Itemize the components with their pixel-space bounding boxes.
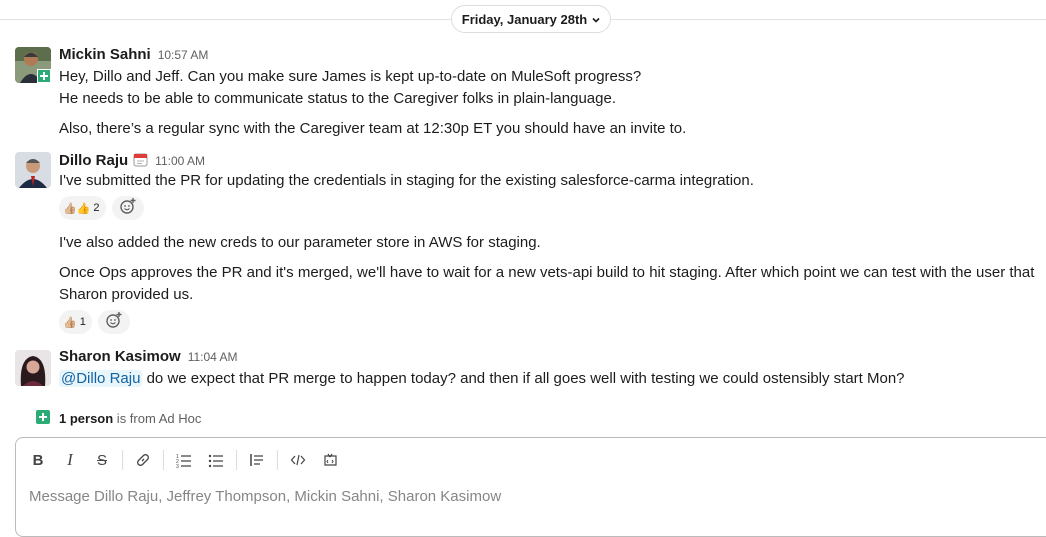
timestamp[interactable]: 11:04 AM [188, 350, 238, 364]
reaction-count: 1 [79, 316, 86, 328]
message-text: Hey, Dillo and Jeff. Can you make sure J… [59, 68, 642, 85]
message-text: Sharon provided us. [59, 286, 194, 303]
external-members-note: 1 person is from Ad Hoc [36, 410, 201, 427]
avatar-mickin-sahni[interactable] [15, 47, 51, 83]
link-icon[interactable] [131, 448, 155, 472]
message-text: Also, there’s a regular sync with the Ca… [59, 120, 687, 137]
add-emoji-icon [119, 197, 137, 220]
date-divider-button[interactable]: Friday, January 28th [451, 5, 611, 33]
toolbar-divider [163, 450, 164, 470]
message-body: do we expect that PR merge to happen tod… [142, 370, 905, 387]
external-text: is from Ad Hoc [113, 411, 202, 426]
code-block-icon[interactable] [318, 448, 342, 472]
code-icon[interactable] [286, 448, 310, 472]
message-text: I've also added the new creds to our par… [59, 234, 541, 251]
composer-placeholder[interactable]: Message Dillo Raju, Jeffrey Thompson, Mi… [29, 488, 501, 505]
message-text: He needs to be able to communicate statu… [59, 90, 616, 107]
blockquote-icon[interactable] [245, 448, 269, 472]
message-text: Once Ops approves the PR and it's merged… [59, 264, 1035, 281]
add-emoji-icon [105, 311, 123, 334]
toolbar-divider [236, 450, 237, 470]
chevron-down-icon [592, 12, 600, 27]
bulleted-list-icon[interactable] [204, 448, 228, 472]
author-name[interactable]: Sharon Kasimow [59, 348, 181, 365]
message-text: I've submitted the PR for updating the c… [59, 172, 754, 189]
author-name[interactable]: Mickin Sahni [59, 46, 151, 63]
avatar-sharon-kasimow[interactable] [15, 350, 51, 386]
formatting-toolbar: B I S 123 [26, 448, 350, 472]
message-composer[interactable]: B I S 123 Message Dillo Raju, Jeffrey Th… [15, 437, 1046, 537]
avatar-dillo-raju[interactable] [15, 152, 51, 188]
author-name[interactable]: Dillo Raju [59, 152, 128, 169]
italic-icon[interactable]: I [58, 448, 82, 472]
user-mention[interactable]: @Dillo Raju [59, 370, 143, 387]
add-reaction-button[interactable] [111, 196, 144, 220]
add-reaction-button[interactable] [97, 310, 130, 334]
external-org-icon [36, 410, 50, 427]
strikethrough-icon[interactable]: S [90, 448, 114, 472]
external-count[interactable]: 1 person [59, 411, 113, 426]
timestamp[interactable]: 11:00 AM [155, 154, 205, 168]
thumbs-up-emoji: 👍🏼 [63, 316, 77, 329]
thumbs-up-emoji: 👍🏼👍 [63, 202, 91, 215]
reaction-thumbs-up[interactable]: 👍🏼 1 [59, 310, 92, 334]
ordered-list-icon[interactable]: 123 [172, 448, 196, 472]
toolbar-divider [122, 450, 123, 470]
calendar-icon[interactable] [133, 152, 148, 172]
date-label: Friday, January 28th [461, 11, 588, 27]
reaction-count: 2 [93, 202, 100, 214]
reaction-thumbs-up[interactable]: 👍🏼👍 2 [59, 196, 106, 220]
bold-icon[interactable]: B [26, 448, 50, 472]
message-text: @Dillo Raju do we expect that PR merge t… [59, 368, 905, 390]
timestamp[interactable]: 10:57 AM [158, 48, 209, 62]
toolbar-divider [277, 450, 278, 470]
svg-text:3: 3 [176, 464, 179, 468]
